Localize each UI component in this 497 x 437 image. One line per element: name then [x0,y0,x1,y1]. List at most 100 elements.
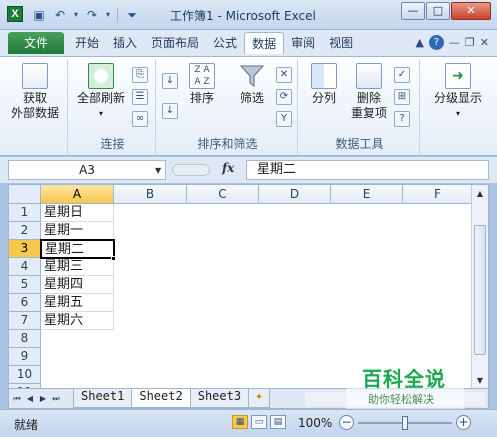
reapply-icon[interactable]: ⟳ [276,89,292,105]
file-tab[interactable]: 文件 [8,32,64,54]
data-validation-icon[interactable]: ✓ [394,67,410,83]
filter-button[interactable]: 筛选 [232,63,272,106]
connections-icon[interactable]: ⎘ [132,67,148,83]
text-to-columns-button[interactable]: 分列 [304,63,344,106]
watermark-title: 百科全说 [362,367,446,391]
zoom-in-icon[interactable]: + [456,415,471,430]
filter-icon [239,63,265,89]
cell-a5[interactable]: 星期四 [41,276,114,294]
sheet-tab-1[interactable]: Sheet1 [73,389,133,408]
name-box[interactable]: A3 [8,160,166,180]
fill-handle[interactable] [111,256,116,261]
insert-function-icon[interactable]: fx [222,161,234,175]
tab-page-layout[interactable]: 页面布局 [144,32,206,54]
normal-view-icon[interactable]: ▦ [232,415,248,429]
cell-a6[interactable]: 星期五 [41,294,114,312]
column-header-e[interactable]: E [331,185,403,204]
prev-sheet-icon[interactable]: ◀ [24,392,36,406]
column-header-b[interactable]: B [114,185,187,204]
refresh-all-label: 全部刷新 [76,91,125,105]
row-header-5[interactable]: 5 [9,276,41,294]
cell-a3[interactable]: 星期二 [40,239,115,259]
zoom-slider-thumb[interactable] [402,416,408,430]
row-header-9[interactable]: 9 [9,348,41,366]
minimize-ribbon-icon[interactable]: ▲ [415,36,423,49]
ribbon-tabs-bar: 文件 开始 插入 页面布局 公式 数据 审阅 视图 ▲ ? — ❐ ✕ [0,30,497,56]
formula-resize-handle[interactable] [172,164,210,176]
group-connections: 全部刷新 ▾ ⎘ ☰ ∞ 连接 [70,59,156,155]
tab-formulas[interactable]: 公式 [206,32,244,54]
select-all-corner[interactable] [9,185,41,204]
what-if-icon[interactable]: ? [394,111,410,127]
refresh-all-button[interactable]: 全部刷新 ▾ [74,63,128,121]
doc-restore-icon[interactable]: ❐ [465,36,475,49]
redo-dropdown-icon[interactable]: ▾ [104,6,112,24]
sort-button[interactable]: Z AA Z 排序 [184,63,220,106]
watermark: 百科全说 助你轻松解决 [346,359,464,409]
tab-review[interactable]: 审阅 [284,32,322,54]
maximize-button[interactable]: □ [426,2,450,20]
cell-a2[interactable]: 星期一 [41,222,114,240]
doc-minimize-icon[interactable]: — [449,36,460,49]
excel-icon[interactable]: X [7,6,23,22]
page-layout-view-icon[interactable]: ▭ [251,415,267,429]
next-sheet-icon[interactable]: ▶ [37,392,49,406]
row-header-1[interactable]: 1 [9,204,41,222]
help-icon[interactable]: ? [428,35,444,50]
clear-icon[interactable]: ✕ [276,67,292,83]
column-header-c[interactable]: C [187,185,259,204]
properties-icon[interactable]: ☰ [132,89,148,105]
cell-a4[interactable]: 星期三 [41,258,114,276]
scroll-down-icon[interactable]: ▼ [474,374,486,388]
row-header-7[interactable]: 7 [9,312,41,330]
remove-dup-label-2: 重复项 [350,106,387,120]
zoom-out-icon[interactable]: − [339,415,354,430]
edit-links-icon[interactable]: ∞ [132,111,148,127]
sort-ascending-icon[interactable]: ↓ [162,73,178,89]
sheet-tab-3[interactable]: Sheet3 [189,389,250,408]
sheet-tab-2[interactable]: Sheet2 [131,389,191,408]
customize-icon[interactable]: ⏷ [123,6,141,24]
insert-sheet-icon[interactable]: ✦ [248,389,271,408]
tab-home[interactable]: 开始 [68,32,106,54]
formula-input[interactable]: 星期二 [246,160,489,180]
row-header-2[interactable]: 2 [9,222,41,240]
scroll-up-icon[interactable]: ▲ [474,187,486,201]
save-icon[interactable]: ▣ [30,6,48,24]
ribbon-controls: ▲ ? — ❐ ✕ [415,35,489,50]
column-header-a[interactable]: A [41,185,114,204]
row-header-8[interactable]: 8 [9,330,41,348]
column-header-f[interactable]: F [403,185,473,204]
get-external-label-2: 外部数据 [10,106,59,120]
tab-insert[interactable]: 插入 [106,32,144,54]
get-external-data-button[interactable]: 获取 外部数据 [4,63,66,121]
row-header-3[interactable]: 3 [9,240,41,258]
consolidate-icon[interactable]: ⊞ [394,89,410,105]
row-header-4[interactable]: 4 [9,258,41,276]
close-button[interactable]: ✕ [451,2,491,20]
advanced-filter-icon[interactable]: Y [276,111,292,127]
undo-dropdown-icon[interactable]: ▾ [72,6,80,24]
zoom-level[interactable]: 100% [298,416,332,430]
column-header-d[interactable]: D [259,185,331,204]
tab-data[interactable]: 数据 [244,32,285,54]
minimize-button[interactable]: — [401,2,425,20]
first-sheet-icon[interactable]: ⏮ [11,392,23,406]
remove-duplicates-button[interactable]: 删除 重复项 [348,63,390,121]
sort-descending-icon[interactable]: ↓ [162,103,178,119]
row-header-10[interactable]: 10 [9,366,41,384]
doc-close-icon[interactable]: ✕ [480,36,489,49]
cell-a7[interactable]: 星期六 [41,312,114,330]
vertical-scrollbar[interactable]: ▲ ▼ [471,185,488,388]
last-sheet-icon[interactable]: ⏭ [50,392,62,406]
tab-view[interactable]: 视图 [322,32,360,54]
refresh-icon [88,63,114,89]
name-box-dropdown-icon[interactable]: ▼ [155,166,161,175]
redo-icon[interactable]: ↷ [83,6,101,24]
cell-a1[interactable]: 星期日 [41,204,114,222]
page-break-view-icon[interactable]: ▤ [270,415,286,429]
undo-icon[interactable]: ↶ [51,6,69,24]
outline-button[interactable]: ➜ 分级显示 ▾ [426,63,490,121]
row-header-6[interactable]: 6 [9,294,41,312]
vertical-scroll-thumb[interactable] [474,225,486,355]
